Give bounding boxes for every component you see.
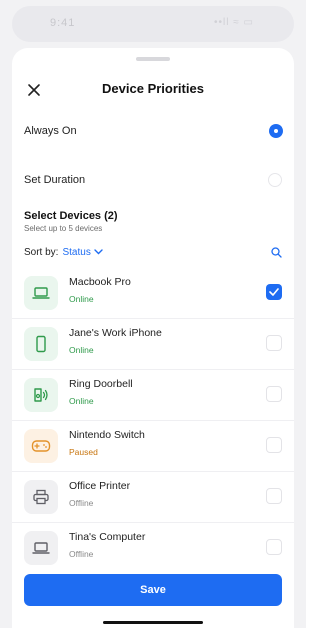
device-icon-tile [24,327,58,361]
sort-label: Sort by: [24,246,59,258]
sort-value[interactable]: Status [62,247,90,258]
device-status: Online [69,294,94,304]
device-icon-tile [24,378,58,412]
radio-unselected[interactable] [268,173,282,187]
option-label: Always On [24,125,77,137]
option-label: Set Duration [24,174,86,186]
device-checkbox[interactable] [266,335,282,351]
option-set-duration[interactable]: Set Duration [24,169,282,191]
status-time: 9:41 [50,17,76,29]
status-bar: 9:41 ••ll ≈ ▭ [12,6,294,42]
device-checkbox[interactable] [266,488,282,504]
save-button[interactable]: Save [24,574,282,606]
device-checkbox[interactable] [266,437,282,453]
bottom-sheet: Device Priorities Always On Set Duration… [12,48,294,628]
device-row[interactable]: Ring Doorbell Online [12,370,294,421]
home-indicator[interactable] [103,621,203,624]
gamepad-icon [31,440,51,452]
sort-row: Sort by: Status [24,244,282,260]
device-status: Offline [69,498,94,508]
device-row[interactable]: Office Printer Offline [12,472,294,523]
sheet-grabber[interactable] [136,57,170,61]
device-name: Office Printer [69,480,131,492]
device-icon-tile [24,429,58,463]
page-title: Device Priorities [102,81,204,96]
device-status: Offline [69,549,94,559]
device-name: Macbook Pro [69,276,131,288]
device-name: Nintendo Switch [69,429,145,441]
device-name: Tina's Computer [69,531,146,543]
device-status: Online [69,396,94,406]
phone-icon [36,335,46,353]
device-checkbox[interactable] [266,284,282,300]
status-indicators: ••ll ≈ ▭ [214,17,254,28]
device-row[interactable]: Nintendo Switch Paused [12,421,294,472]
select-devices-subtitle: Select up to 5 devices [24,224,103,233]
device-name: Ring Doorbell [69,378,133,390]
device-icon-tile [24,531,58,565]
laptop-icon [32,542,50,554]
radio-selected[interactable] [270,125,282,137]
device-checkbox[interactable] [266,539,282,555]
sort-control[interactable]: Sort by: Status [24,247,103,258]
device-list: Macbook Pro Online Jane's Work iPhone On… [12,268,294,573]
device-row[interactable]: Tina's Computer Offline [12,523,294,573]
device-row[interactable]: Macbook Pro Online [12,268,294,319]
device-row[interactable]: Jane's Work iPhone Online [12,319,294,370]
device-icon-tile [24,480,58,514]
option-always-on[interactable]: Always On [24,120,282,142]
device-name: Jane's Work iPhone [69,327,162,339]
printer-icon [33,489,49,505]
device-checkbox[interactable] [266,386,282,402]
device-icon-tile [24,276,58,310]
phone-screen: 9:41 ••ll ≈ ▭ Device Priorities Always O… [0,0,306,628]
device-status: Paused [69,447,98,457]
device-status: Online [69,345,94,355]
select-devices-title: Select Devices (2) [24,210,118,222]
chevron-down-icon [94,249,103,255]
laptop-icon [32,287,50,299]
check-icon [269,288,279,296]
doorbell-icon [34,388,48,402]
search-icon[interactable] [271,246,282,258]
